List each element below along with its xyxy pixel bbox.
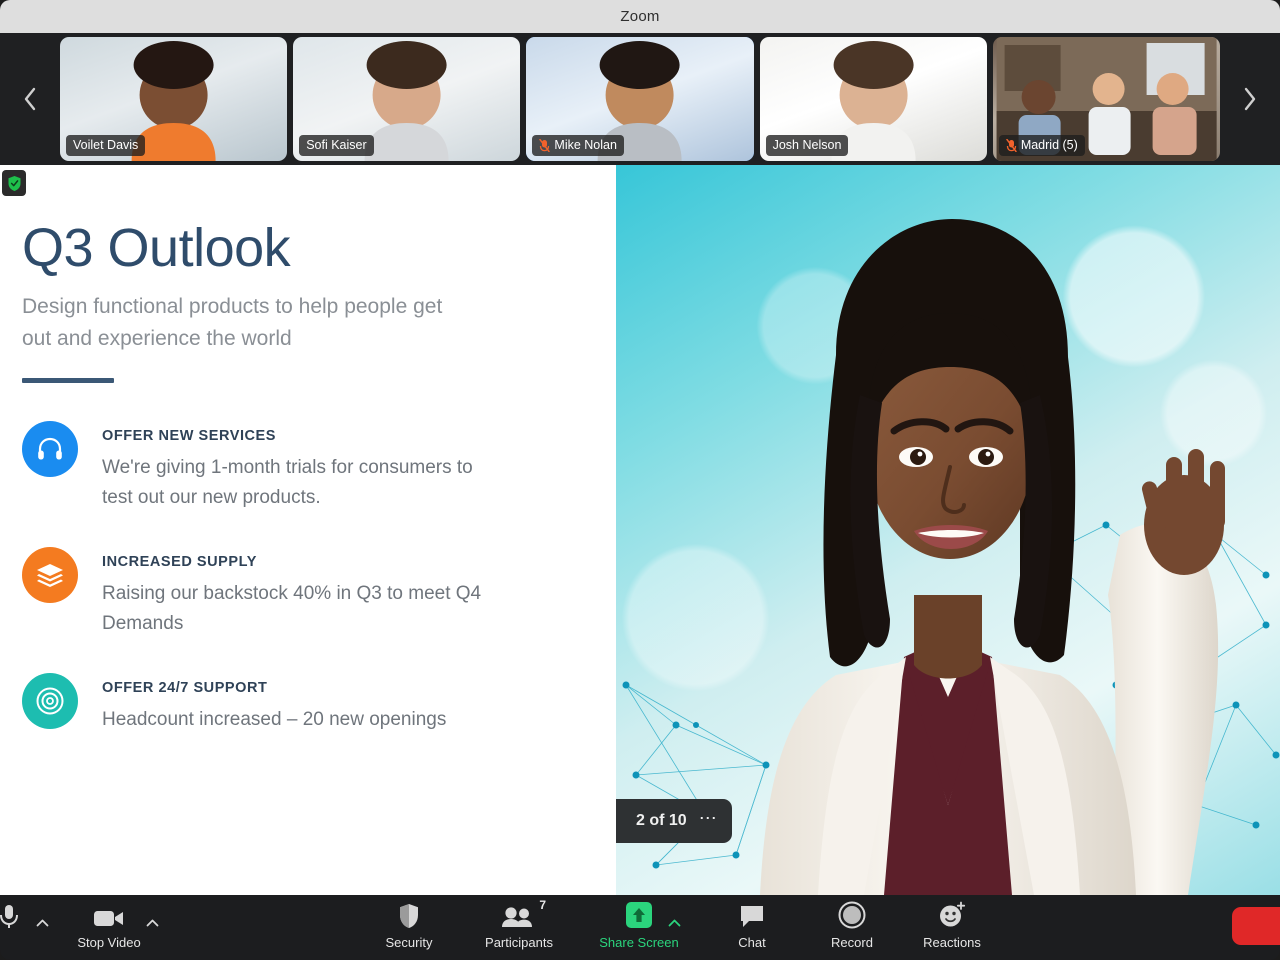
participant-tile[interactable]: Sofi Kaiser — [293, 37, 521, 161]
participant-name-label: Mike Nolan — [532, 135, 624, 156]
chevron-up-icon[interactable] — [668, 918, 681, 930]
shield-icon — [397, 900, 421, 930]
chevron-right-icon — [616, 812, 617, 831]
end-call-button[interactable] — [1232, 907, 1280, 945]
screen-share-badge — [2, 170, 26, 196]
participant-tile[interactable]: Josh Nelson — [759, 37, 987, 161]
slide-subtitle: Design functional products to help peopl… — [22, 294, 443, 351]
muted-microphone-icon — [539, 138, 551, 152]
slide-counter: 2 of 10 — [636, 812, 687, 829]
participant-tile[interactable]: Mike Nolan — [526, 37, 754, 161]
participant-name-label: Josh Nelson — [765, 135, 849, 156]
window-title: Zoom — [620, 8, 660, 25]
slide-navigation-bar: 2 of 10 ⋯ — [616, 799, 732, 843]
slide-title: Q3 Outlook — [22, 218, 291, 278]
people-icon: 7 — [501, 898, 546, 930]
slide-next-button[interactable] — [616, 801, 628, 841]
participant-name-text: Mike Nolan — [554, 138, 617, 152]
participant-name-label: Sofi Kaiser — [299, 135, 374, 156]
meeting-stage: Q3 Outlook Design functional products to… — [0, 165, 1280, 895]
participant-tile[interactable]: Voilet Davis — [60, 37, 288, 161]
bullet-heading: OFFER NEW SERVICES — [102, 427, 276, 444]
participant-tile[interactable]: Madrid (5) — [992, 37, 1221, 161]
slide-bullet: INCREASED SUPPLY Raising our backstock 40… — [22, 546, 580, 639]
participants-count: 7 — [539, 898, 546, 912]
toolbar-share-screen-button[interactable]: Share Screen — [590, 900, 688, 958]
toolbar-reactions-label: Reactions — [923, 935, 981, 950]
bullet-heading: INCREASED SUPPLY — [102, 553, 257, 570]
speaker-portrait — [760, 219, 1225, 895]
slide-bullet-list: OFFER NEW SERVICES We're giving 1-month t… — [22, 420, 580, 735]
toolbar-record-button[interactable]: Record — [803, 900, 901, 958]
filmstrip-tiles: Voilet Davis Sofi Kaiser Mike Nolan Josh Ne… — [60, 37, 1221, 161]
filmstrip-prev-arrow[interactable] — [0, 33, 60, 165]
toolbar-security-button[interactable]: Security — [360, 900, 458, 958]
bullet-heading: OFFER 24/7 SUPPORT — [102, 679, 268, 696]
participant-name-text: Voilet Davis — [73, 138, 139, 152]
participant-name-text: Josh Nelson — [772, 138, 842, 152]
slide-bullet: OFFER NEW SERVICES We're giving 1-month t… — [22, 420, 580, 513]
shared-screen-slide: Q3 Outlook Design functional products to… — [0, 165, 616, 895]
share-arrow-up-icon — [624, 900, 654, 930]
toolbar-stop-video-label: Stop Video — [77, 935, 141, 950]
chevron-up-icon[interactable] — [36, 918, 49, 930]
meeting-toolbar: Stop Video Security 7 Participants Share… — [0, 895, 1280, 960]
chevron-up-icon[interactable] — [146, 918, 159, 930]
toolbar-mute-button[interactable] — [0, 900, 58, 958]
toolbar-chat-label: Chat — [738, 935, 766, 950]
slide-bullet: OFFER 24/7 SUPPORT Headcount increased – … — [22, 672, 580, 735]
chevron-right-icon — [1244, 87, 1256, 111]
window-titlebar: Zoom — [0, 0, 1280, 33]
layers-icon — [22, 546, 78, 603]
chat-bubble-icon — [738, 900, 766, 930]
filmstrip-next-arrow[interactable] — [1220, 33, 1280, 165]
bullet-body: We're giving 1-month trials for consumer… — [102, 456, 473, 508]
smiley-face-icon — [937, 900, 967, 930]
zoom-window: Zoom Voilet Davis Sofi Kaiser Mike Nolan Jo… — [0, 0, 1280, 960]
muted-microphone-icon — [1006, 138, 1017, 152]
toolbar-security-label: Security — [385, 935, 433, 950]
active-speaker-video: 2 of 10 ⋯ — [616, 165, 1280, 895]
lifebuoy-icon — [22, 672, 78, 729]
toolbar-share-screen-label: Share Screen — [599, 935, 679, 950]
participant-name-label: Madrid (5) — [998, 135, 1085, 156]
toolbar-chat-button[interactable]: Chat — [703, 900, 801, 958]
toolbar-record-label: Record — [831, 935, 873, 950]
microphone-icon — [0, 900, 22, 930]
participant-name-text: Madrid (5) — [1020, 138, 1078, 152]
bullet-body: Headcount increased – 20 new openings — [102, 708, 447, 730]
video-camera-icon — [92, 900, 126, 930]
green-shield-icon — [8, 175, 20, 191]
participant-filmstrip: Voilet Davis Sofi Kaiser Mike Nolan Josh Ne… — [0, 33, 1280, 165]
record-circle-icon — [837, 900, 867, 930]
toolbar-participants-button[interactable]: 7 Participants — [470, 898, 568, 958]
toolbar-participants-label: Participants — [485, 935, 553, 950]
slide-divider — [22, 377, 114, 383]
chevron-left-icon — [24, 87, 36, 111]
toolbar-reactions-button[interactable]: Reactions — [903, 900, 1001, 958]
bullet-body: Raising our backstock 40% in Q3 to meet … — [102, 582, 482, 634]
headphones-icon — [22, 420, 78, 477]
participant-name-text: Sofi Kaiser — [306, 138, 367, 152]
toolbar-stop-video-button[interactable]: Stop Video — [60, 900, 159, 958]
slide-more-options-button[interactable]: ⋯ — [693, 808, 723, 835]
participant-name-label: Voilet Davis — [66, 135, 146, 156]
